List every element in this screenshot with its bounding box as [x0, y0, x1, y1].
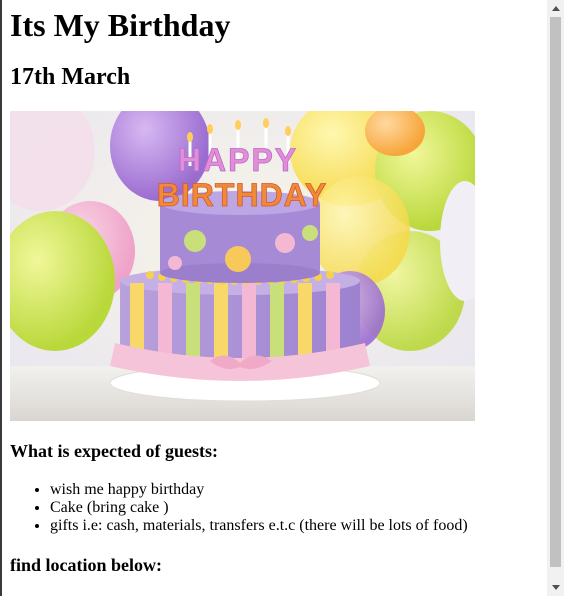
birthday-cake-image: HAPPY BIRTHDAY: [10, 111, 475, 421]
scroll-up-button[interactable]: [547, 0, 564, 17]
down-arrow-icon: [551, 585, 560, 590]
expectations-list: wish me happy birthday Cake (bring cake …: [10, 481, 468, 535]
up-arrow-icon: [551, 6, 560, 11]
expectations-heading: What is expected of guests:: [10, 441, 218, 461]
location-heading: find location below:: [10, 555, 163, 575]
birthday-date: 17th March: [10, 64, 131, 90]
scroll-down-button[interactable]: [547, 579, 564, 596]
cake-birthday-text: BIRTHDAY: [157, 177, 327, 213]
list-item: Cake (bring cake ): [50, 499, 468, 517]
cake-happy-text: HAPPY: [178, 142, 298, 178]
window-left-border: [0, 0, 2, 596]
list-item: gifts i.e: cash, materials, transfers e.…: [50, 517, 468, 535]
scroll-thumb[interactable]: [550, 17, 561, 567]
page-title: Its My Birthday: [10, 7, 231, 43]
vertical-scrollbar[interactable]: [547, 0, 564, 596]
list-item: wish me happy birthday: [50, 481, 468, 499]
